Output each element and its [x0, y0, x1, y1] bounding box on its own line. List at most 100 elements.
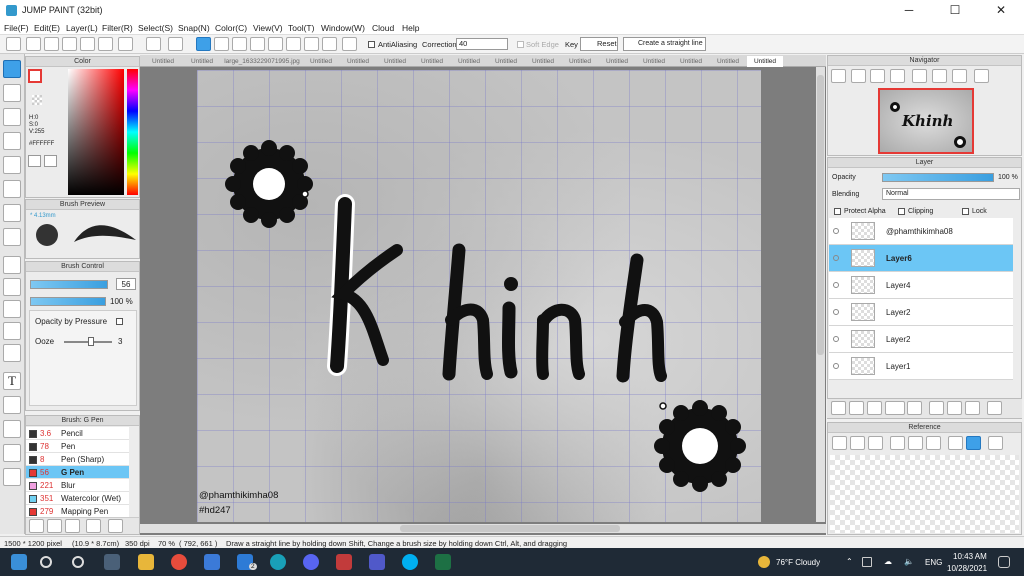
document-tab[interactable]: Untitled [377, 56, 413, 67]
snap-curve-icon[interactable] [304, 37, 319, 51]
ref-hand-icon[interactable] [966, 436, 981, 450]
brush-size-input[interactable]: 56 [116, 278, 136, 290]
visibility-icon[interactable] [833, 363, 839, 369]
wand-tool-icon[interactable] [3, 300, 21, 318]
actual-size-icon[interactable] [870, 69, 885, 83]
redo-icon[interactable] [168, 37, 183, 51]
language-indicator[interactable]: ENG [925, 558, 942, 567]
canvas-vertical-scrollbar[interactable] [816, 67, 825, 522]
menu-filter[interactable]: Filter(R) [102, 23, 133, 33]
brush-list-item[interactable]: 56 G Pen [26, 466, 129, 479]
line-tool-icon[interactable] [3, 132, 21, 150]
document-tab[interactable]: Untitled [710, 56, 746, 67]
weather-icon[interactable] [758, 556, 770, 568]
snap-setting-icon[interactable] [342, 37, 357, 51]
store-icon[interactable] [204, 554, 220, 570]
menu-file[interactable]: File(F) [4, 23, 29, 33]
page-icon[interactable] [80, 37, 95, 51]
document-tab[interactable]: large_1633229071995.jpg [222, 56, 302, 67]
document-tab[interactable]: Untitled [144, 56, 182, 67]
blending-select[interactable]: Normal [882, 188, 1020, 200]
layer-row[interactable]: Layer6 [829, 245, 1013, 272]
share-icon[interactable] [26, 37, 41, 51]
cloud-icon[interactable] [6, 37, 21, 51]
rotate-left-icon[interactable] [912, 69, 927, 83]
protect-alpha-checkbox[interactable] [834, 208, 841, 215]
menu-select[interactable]: Select(S) [138, 23, 173, 33]
gradient-tool-icon[interactable] [3, 228, 21, 246]
document-tab[interactable]: Untitled [183, 56, 221, 67]
text-tool-icon[interactable]: T [3, 372, 21, 390]
flip-icon[interactable] [932, 69, 947, 83]
rotate-right-icon[interactable] [952, 69, 967, 83]
brush-add-icon[interactable] [29, 519, 44, 533]
maximize-button[interactable]: ☐ [932, 0, 978, 21]
upload-icon[interactable] [44, 37, 59, 51]
visibility-icon[interactable] [833, 228, 839, 234]
move-tool-icon[interactable] [3, 156, 21, 174]
snap-ellipse-icon[interactable] [322, 37, 337, 51]
clipping-checkbox[interactable] [898, 208, 905, 215]
saturation-value-picker[interactable] [68, 69, 124, 195]
brush-new-icon[interactable] [47, 519, 62, 533]
pages-icon[interactable] [98, 37, 113, 51]
document-tab[interactable]: Untitled [451, 56, 487, 67]
layer-row[interactable]: Layer2 [829, 326, 1013, 353]
visibility-icon[interactable] [833, 255, 839, 261]
reset-button[interactable]: Reset [580, 37, 618, 51]
menu-layer[interactable]: Layer(L) [66, 23, 98, 33]
shape-tool-icon[interactable] [3, 108, 21, 126]
brush-folder-icon[interactable] [108, 519, 123, 533]
ref-zoom-out-icon[interactable] [926, 436, 941, 450]
snap-off-icon[interactable] [196, 37, 211, 51]
document-tab[interactable]: Untitled [562, 56, 598, 67]
antialiasing-checkbox[interactable] [368, 41, 375, 48]
minimize-button[interactable]: ─ [886, 0, 932, 21]
comment-icon[interactable] [62, 37, 77, 51]
navigator-thumbnail[interactable]: Khinh [878, 88, 974, 154]
select-tool-icon[interactable] [3, 256, 21, 274]
menu-edit[interactable]: Edit(E) [34, 23, 60, 33]
canvas-horizontal-scrollbar[interactable] [140, 524, 826, 533]
ref-open-icon[interactable] [832, 436, 847, 450]
document-tab[interactable]: Untitled [414, 56, 450, 67]
document-tab[interactable]: Untitled [747, 56, 783, 67]
discord-icon[interactable] [303, 554, 319, 570]
clock-date[interactable]: 10/28/2021 [947, 564, 987, 573]
layer-row[interactable]: Layer4 [829, 272, 1013, 299]
zoom-out-icon[interactable] [890, 69, 905, 83]
new-8bit-layer-icon[interactable] [867, 401, 882, 415]
new-folder-icon[interactable] [907, 401, 922, 415]
ref-settings-icon[interactable] [988, 436, 1003, 450]
transparent-color-swatch[interactable] [32, 95, 42, 105]
operation-tool-icon[interactable] [3, 396, 21, 414]
hue-slider[interactable] [127, 69, 138, 195]
notifications-icon[interactable] [998, 556, 1010, 568]
snap-cross-icon[interactable] [232, 37, 247, 51]
zoom-in-icon[interactable] [831, 69, 846, 83]
visibility-icon[interactable] [833, 309, 839, 315]
menu-view[interactable]: View(V) [253, 23, 283, 33]
pen-tool-icon[interactable] [3, 60, 21, 78]
canvas-vertical-scroll-thumb[interactable] [817, 75, 824, 355]
edge-icon[interactable] [270, 554, 286, 570]
document-tab[interactable]: Untitled [303, 56, 339, 67]
visibility-icon[interactable] [833, 336, 839, 342]
brush-copy-icon[interactable] [65, 519, 80, 533]
canvas[interactable]: @phamthikimha08 #hd247 [197, 70, 761, 522]
brush-list-item[interactable]: 8 Pen (Sharp) [26, 453, 129, 466]
zoom-fit-icon[interactable] [851, 69, 866, 83]
clear-layer-icon[interactable] [965, 401, 980, 415]
menu-cloud[interactable]: Cloud [372, 23, 394, 33]
opacity-pressure-checkbox[interactable] [116, 318, 123, 325]
layer-menu-icon[interactable] [885, 401, 905, 415]
snap-radial-icon[interactable] [268, 37, 283, 51]
brush-list-item[interactable]: 221 Blur [26, 479, 129, 492]
menu-color[interactable]: Color(C) [215, 23, 247, 33]
document-tab[interactable]: Untitled [636, 56, 672, 67]
soft-edge-checkbox[interactable] [517, 41, 524, 48]
bucket-tool-icon[interactable] [3, 204, 21, 222]
onedrive-icon[interactable]: ☁ [884, 557, 892, 566]
reference-canvas[interactable] [830, 455, 1019, 533]
menu-tool[interactable]: Tool(T) [288, 23, 314, 33]
